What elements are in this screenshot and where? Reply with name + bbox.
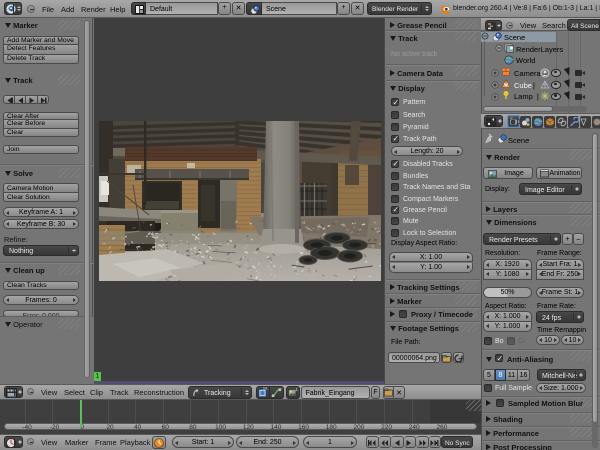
svg-text:S1: S1 <box>263 387 269 391</box>
svg-text:1: 1 <box>296 387 299 392</box>
